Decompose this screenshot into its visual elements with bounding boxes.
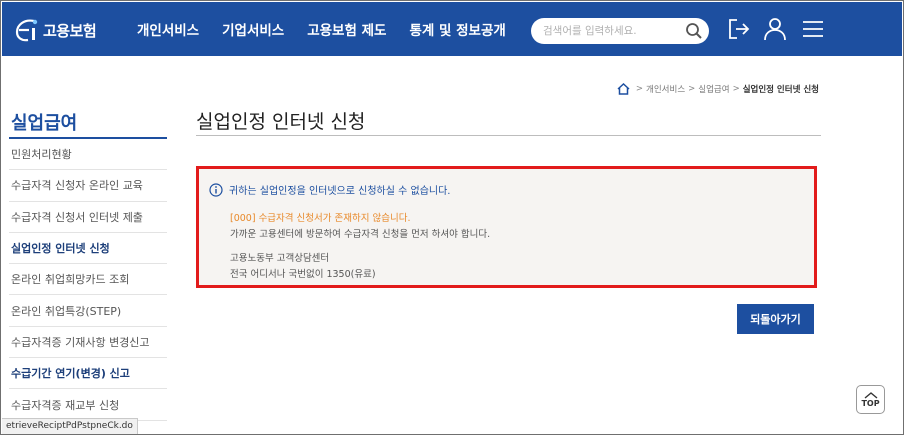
sidebar-item-period-extension[interactable]: 수급기간 연기(변경) 신고	[9, 358, 167, 390]
breadcrumb-unemployment-benefit[interactable]: 실업급여	[698, 83, 729, 95]
sidebar-item-entry-change[interactable]: 수급자격증 기재사항 변경신고	[9, 327, 167, 359]
status-bar-url: etrieveReciptPdPstpneCk.do	[2, 418, 138, 434]
browser-viewport: 고용보험 개인서비스 기업서비스 고용보험 제도 통계 및 정보공개 검색어를 …	[0, 0, 904, 435]
guide-message: 가까운 고용센터에 방문하여 수급자격 신청을 먼저 하셔야 합니다.	[230, 229, 491, 240]
contact-info: 전국 어디서나 국번없이 1350(유료)	[230, 269, 376, 280]
page-title: 실업인정 인터넷 신청	[196, 111, 366, 133]
sidebar-item-unemployment-recognition[interactable]: 실업인정 인터넷 신청	[9, 233, 167, 265]
scroll-top-button[interactable]: TOP	[856, 385, 885, 414]
notice-heading-text: 귀하는 실업인정을 인터넷으로 신청하실 수 없습니다.	[229, 186, 451, 197]
menu-icon[interactable]	[800, 16, 826, 42]
sidebar-item-online-education[interactable]: 수급자격 신청자 온라인 교육	[9, 170, 167, 202]
sidebar-item-step-lecture[interactable]: 온라인 취업특강(STEP)	[9, 295, 167, 327]
main-nav: 개인서비스 기업서비스 고용보험 제도 통계 및 정보공개	[137, 2, 529, 56]
top-label: TOP	[861, 398, 880, 408]
logout-icon[interactable]	[726, 16, 752, 42]
user-icon[interactable]	[762, 16, 788, 42]
nav-statistics[interactable]: 통계 및 정보공개	[409, 19, 505, 39]
search-box	[531, 18, 709, 44]
contact-title: 고용노동부 고객상담센터	[230, 253, 330, 264]
breadcrumb-separator: >	[688, 84, 696, 94]
sidebar-menu: 민원처리현황 수급자격 신청자 온라인 교육 수급자격 신청서 인터넷 제출 실…	[9, 139, 167, 421]
notice-box: 귀하는 실업인정을 인터넷으로 신청하실 수 없습니다. [000] 수급자격 …	[196, 166, 817, 288]
breadcrumb-personal-services[interactable]: 개인서비스	[646, 83, 685, 95]
breadcrumb-separator: >	[732, 84, 740, 94]
breadcrumb: > 개인서비스 > 실업급여 > 실업인정 인터넷 신청	[617, 83, 819, 95]
nav-business-services[interactable]: 기업서비스	[222, 19, 284, 39]
nav-personal-services[interactable]: 개인서비스	[137, 19, 199, 39]
breadcrumb-separator: >	[635, 84, 644, 94]
site-header: 고용보험 개인서비스 기업서비스 고용보험 제도 통계 및 정보공개	[2, 2, 902, 56]
sidebar-item-job-hope-card[interactable]: 온라인 취업희망카드 조회	[9, 264, 167, 296]
logo-text: 고용보험	[43, 21, 97, 40]
title-divider	[196, 135, 821, 136]
chevron-up-icon	[864, 391, 877, 399]
sidebar-item-application-status[interactable]: 민원처리현황	[9, 139, 167, 171]
search-icon[interactable]	[685, 22, 703, 40]
notice-heading: 귀하는 실업인정을 인터넷으로 신청하실 수 없습니다.	[209, 182, 450, 197]
sidebar-item-application-submit[interactable]: 수급자격 신청서 인터넷 제출	[9, 202, 167, 233]
search-input[interactable]	[543, 22, 683, 40]
info-icon	[209, 182, 223, 197]
sidebar-item-reissue[interactable]: 수급자격증 재교부 신청	[9, 389, 167, 421]
site-logo[interactable]: 고용보험	[14, 16, 97, 44]
error-message: [000] 수급자격 신청서가 존재하지 않습니다.	[230, 213, 411, 224]
home-icon[interactable]	[617, 83, 630, 95]
breadcrumb-current: 실업인정 인터넷 신청	[742, 85, 819, 95]
back-button[interactable]: 되돌아가기	[737, 304, 814, 334]
sidebar-title: 실업급여	[11, 113, 78, 134]
ei-logo-icon	[15, 19, 38, 42]
nav-insurance-system[interactable]: 고용보험 제도	[307, 19, 386, 39]
